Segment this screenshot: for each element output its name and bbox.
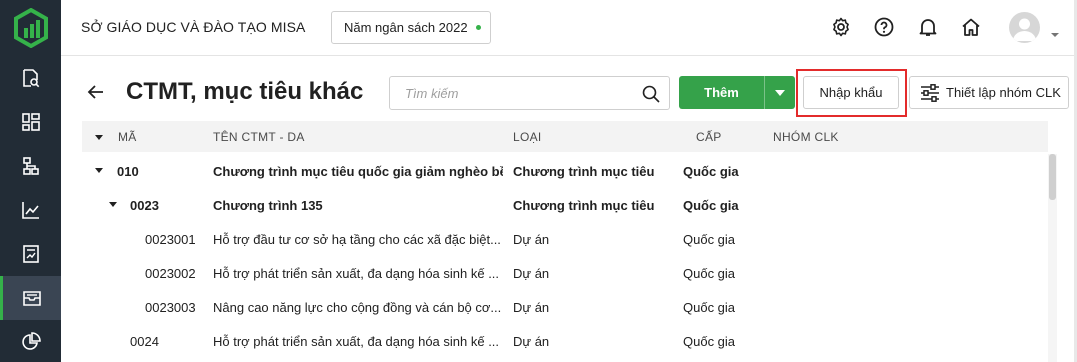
sliders-icon xyxy=(921,83,939,102)
cell-level: Quốc gia xyxy=(683,198,739,213)
column-header-name[interactable]: TÊN CTMT - DA xyxy=(213,130,305,144)
nav-item-reports[interactable] xyxy=(0,232,61,276)
setup-clk-group-button[interactable]: Thiết lập nhóm CLK xyxy=(909,76,1069,109)
settings-button[interactable] xyxy=(829,15,853,39)
back-button[interactable] xyxy=(86,82,106,102)
setup-clk-group-label: Thiết lập nhóm CLK xyxy=(946,85,1061,100)
row-expand-toggle[interactable] xyxy=(109,202,117,207)
line-chart-icon xyxy=(21,202,39,219)
home-icon xyxy=(962,18,980,36)
misa-logo-icon xyxy=(13,8,48,48)
dashboard-icon xyxy=(21,113,40,131)
left-nav xyxy=(0,0,61,362)
page-title: CTMT, mục tiêu khác xyxy=(126,78,364,105)
active-status-dot xyxy=(475,25,481,30)
nav-item-dashboard[interactable] xyxy=(0,100,61,144)
cell-code: 010 xyxy=(117,164,139,179)
search-input[interactable] xyxy=(390,77,630,109)
cell-name: Chương trình mục tiêu quốc gia giảm nghè… xyxy=(213,164,503,179)
cell-name: Chương trình 135 xyxy=(213,198,323,213)
nav-item-inbox[interactable] xyxy=(0,276,61,320)
column-header-level[interactable]: CẤP xyxy=(696,130,722,144)
cell-name: Hỗ trợ phát triển sản xuất, đa dạng hóa … xyxy=(213,334,500,349)
cell-name: Hỗ trợ đầu tư cơ sở hạ tầng cho các xã đ… xyxy=(213,232,501,247)
table-row[interactable]: 0023002 Hỗ trợ phát triển sản xuất, đa d… xyxy=(82,256,1048,290)
cell-level: Quốc gia xyxy=(683,164,739,179)
doc-search-icon xyxy=(22,69,39,88)
cell-level: Quốc gia xyxy=(683,232,736,247)
column-header-type[interactable]: LOẠI xyxy=(513,130,542,144)
avatar[interactable] xyxy=(1009,12,1040,43)
scrollbar-thumb[interactable] xyxy=(1049,154,1056,200)
account-menu-toggle[interactable] xyxy=(1050,25,1060,43)
cell-name: Nâng cao năng lực cho cộng đồng và cán b… xyxy=(213,300,502,315)
collapse-all-toggle[interactable] xyxy=(95,135,103,140)
nav-item-analytics[interactable] xyxy=(0,188,61,232)
organization-name: SỞ GIÁO DỤC VÀ ĐÀO TẠO MISA xyxy=(81,19,306,35)
table-scrollbar[interactable] xyxy=(1048,154,1057,362)
table-row[interactable]: 0023 Chương trình 135 Chương trình mục t… xyxy=(82,188,1048,222)
cell-type: Dự án xyxy=(513,232,550,247)
pie-chart-icon xyxy=(21,332,41,350)
app-logo[interactable] xyxy=(0,0,61,56)
search-icon xyxy=(642,85,660,103)
import-button[interactable]: Nhập khẩu xyxy=(803,76,899,109)
home-button[interactable] xyxy=(959,15,983,39)
table-header: MÃ TÊN CTMT - DA LOẠI CẤP NHÓM CLK xyxy=(82,121,1048,152)
table-row[interactable]: 0024 Hỗ trợ phát triển sản xuất, đa dạng… xyxy=(82,324,1048,358)
arrow-left-icon xyxy=(87,85,103,99)
budget-year-label: Năm ngân sách 2022 xyxy=(344,20,468,35)
bell-icon xyxy=(919,19,937,36)
nav-item-statistics[interactable] xyxy=(0,320,61,362)
org-chart-icon xyxy=(22,157,39,175)
notifications-button[interactable] xyxy=(916,15,940,39)
search-box[interactable] xyxy=(389,76,670,110)
add-button-group: Thêm xyxy=(679,76,795,109)
nav-item-org-chart[interactable] xyxy=(0,144,61,188)
budget-year-selector[interactable]: Năm ngân sách 2022 xyxy=(331,11,491,44)
top-bar: SỞ GIÁO DỤC VÀ ĐÀO TẠO MISA Năm ngân sác… xyxy=(61,0,1077,56)
help-icon xyxy=(874,17,894,37)
add-options-dropdown[interactable] xyxy=(764,76,795,109)
cell-level: Quốc gia xyxy=(683,300,736,315)
column-header-clk-group[interactable]: NHÓM CLK xyxy=(773,130,839,144)
row-expand-toggle[interactable] xyxy=(95,168,103,173)
inbox-icon xyxy=(23,291,41,306)
cell-level: Quốc gia xyxy=(683,266,736,281)
cell-code: 0023001 xyxy=(145,232,196,247)
chevron-down-icon xyxy=(1051,33,1059,37)
cell-code: 0023002 xyxy=(145,266,196,281)
cell-code: 0024 xyxy=(130,334,159,349)
cell-code: 0023 xyxy=(130,198,159,213)
table-row[interactable]: 0023001 Hỗ trợ đầu tư cơ sở hạ tầng cho … xyxy=(82,222,1048,256)
table-row[interactable]: 0023003 Nâng cao năng lực cho cộng đồng … xyxy=(82,290,1048,324)
column-header-code[interactable]: MÃ xyxy=(118,130,137,144)
help-button[interactable] xyxy=(872,15,896,39)
cell-level: Quốc gia xyxy=(683,334,736,349)
add-button[interactable]: Thêm xyxy=(679,76,764,109)
search-button[interactable] xyxy=(641,84,661,109)
cell-name: Hỗ trợ phát triển sản xuất, đa dạng hóa … xyxy=(213,266,500,281)
nav-item-document-search[interactable] xyxy=(0,56,61,100)
cell-type: Chương trình mục tiêu xyxy=(513,198,655,213)
cell-type: Dự án xyxy=(513,334,550,349)
gear-icon xyxy=(833,17,849,37)
report-icon xyxy=(22,245,39,263)
table-row[interactable]: 010 Chương trình mục tiêu quốc gia giảm … xyxy=(82,154,1048,188)
cell-type: Dự án xyxy=(513,300,550,315)
caret-down-icon xyxy=(775,89,785,96)
cell-type: Chương trình mục tiêu xyxy=(513,164,655,179)
user-avatar-icon xyxy=(1013,18,1036,41)
cell-code: 0023003 xyxy=(145,300,196,315)
cell-type: Dự án xyxy=(513,266,550,281)
